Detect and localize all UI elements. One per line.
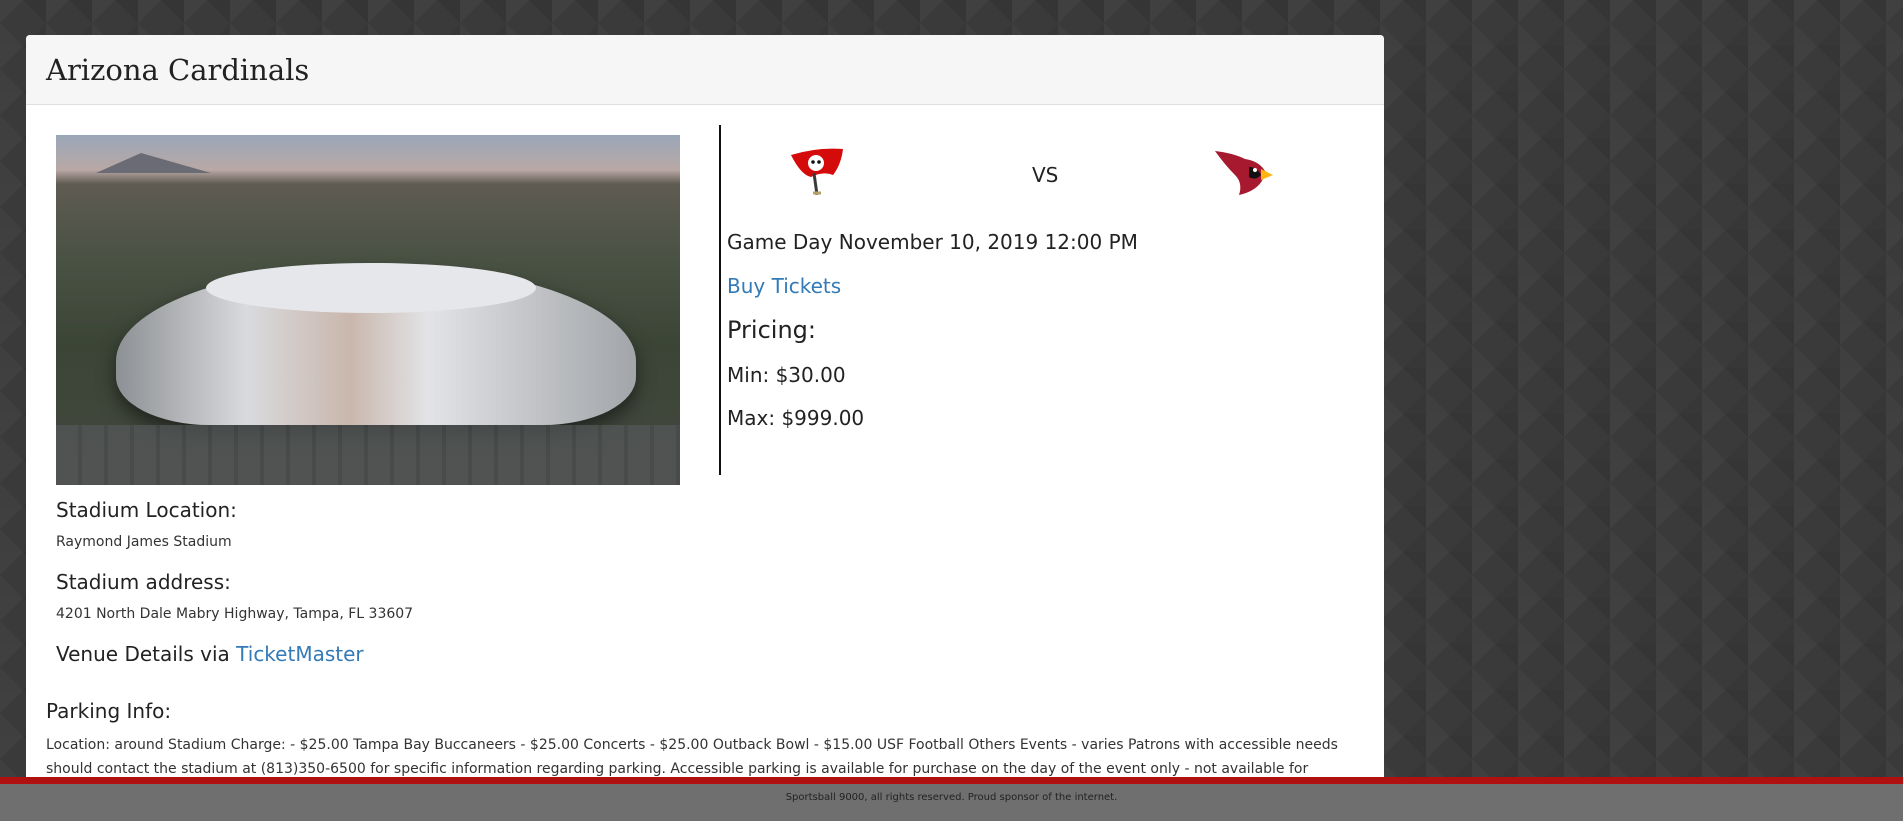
stadium-location-heading: Stadium Location: (56, 498, 237, 522)
pricing-heading: Pricing: (727, 316, 816, 344)
cardinal-head-icon (1215, 151, 1273, 195)
footer-text: Sportsball 9000, all rights reserved. Pr… (785, 792, 1118, 803)
game-details: VS Game Day November 10, 2019 12:00 PM B… (727, 125, 1327, 430)
column-divider (719, 125, 721, 475)
venue-details-line: Venue Details via TicketMaster (56, 642, 696, 666)
vs-label: VS (1032, 163, 1059, 187)
buy-tickets-link[interactable]: Buy Tickets (727, 274, 841, 298)
card-header: Arizona Cardinals (26, 35, 1384, 105)
stadium-address-heading: Stadium address: (56, 570, 231, 594)
photo-stadium-roof (206, 263, 536, 313)
ticketmaster-link[interactable]: TicketMaster (236, 642, 363, 666)
event-card: Arizona Cardinals VS Game Day November 1… (26, 35, 1384, 795)
photo-parking-lot (56, 425, 680, 485)
page-footer: Sportsball 9000, all rights reserved. Pr… (0, 777, 1903, 821)
venue-details-prefix: Venue Details via (56, 642, 237, 666)
game-day-text: Game Day November 10, 2019 12:00 PM (727, 230, 1138, 254)
photo-mountain (96, 153, 211, 173)
stadium-address-value: 4201 North Dale Mabry Highway, Tampa, FL… (56, 606, 414, 622)
min-price: Min: $30.00 (727, 363, 846, 387)
parking-heading: Parking Info: (46, 699, 172, 723)
stadium-photo (56, 135, 680, 485)
stadium-location-value: Raymond James Stadium (56, 534, 232, 550)
matchup-row: VS (727, 125, 1327, 215)
page-title: Arizona Cardinals (46, 52, 310, 87)
buccaneers-flag-icon (791, 148, 843, 196)
stadium-info: Stadium Location: Raymond James Stadium … (56, 498, 696, 666)
max-price: Max: $999.00 (727, 406, 865, 430)
